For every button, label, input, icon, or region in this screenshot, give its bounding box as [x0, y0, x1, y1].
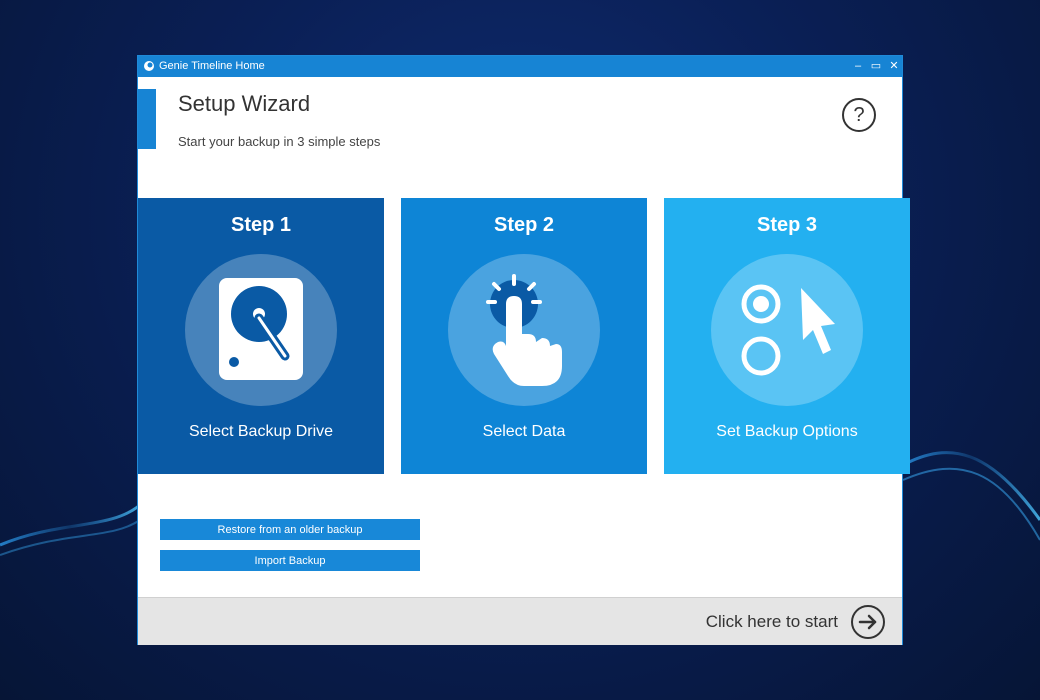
start-label[interactable]: Click here to start [706, 612, 838, 632]
hand-pointer-icon [486, 274, 562, 386]
page-title: Setup Wizard [178, 91, 311, 116]
step-3-tile[interactable]: Step 3 Set Backup Options [664, 198, 910, 474]
close-button[interactable]: ✕ [886, 58, 902, 74]
app-window: Genie Timeline Home – ▭ ✕ Setup Wizard S… [137, 55, 910, 645]
page-subtitle: Start your backup in 3 simple steps [178, 134, 381, 149]
arrow-right-icon [858, 614, 877, 630]
help-button[interactable]: ? [842, 98, 876, 132]
import-backup-button[interactable]: Import Backup [160, 550, 420, 571]
restore-backup-button[interactable]: Restore from an older backup [160, 519, 420, 540]
step-icon-circle [711, 254, 863, 406]
options-cursor-icon [741, 284, 835, 376]
step-caption: Select Backup Drive [188, 423, 334, 440]
step-label: Step 3 [756, 214, 818, 236]
title-bar[interactable]: Genie Timeline Home – ▭ ✕ [138, 56, 902, 77]
step-1-tile[interactable]: Step 1 Select Backup Drive [138, 198, 384, 474]
header-accent-bar [138, 89, 156, 149]
app-logo-icon [144, 61, 154, 71]
step-caption: Select Data [482, 423, 566, 440]
start-button[interactable] [851, 605, 885, 639]
step-icon-circle [448, 254, 600, 406]
step-2-tile[interactable]: Step 2 Select Data [401, 198, 647, 474]
window-title: Genie Timeline Home [159, 60, 265, 72]
step-label: Step 2 [493, 214, 555, 236]
step-label: Step 1 [230, 214, 292, 236]
step-icon-circle [185, 254, 337, 406]
minimize-button[interactable]: – [850, 58, 866, 74]
maximize-button[interactable]: ▭ [868, 58, 884, 74]
footer-bar: Click here to start [138, 597, 902, 645]
hard-drive-icon [219, 278, 303, 380]
step-caption: Set Backup Options [716, 423, 858, 440]
